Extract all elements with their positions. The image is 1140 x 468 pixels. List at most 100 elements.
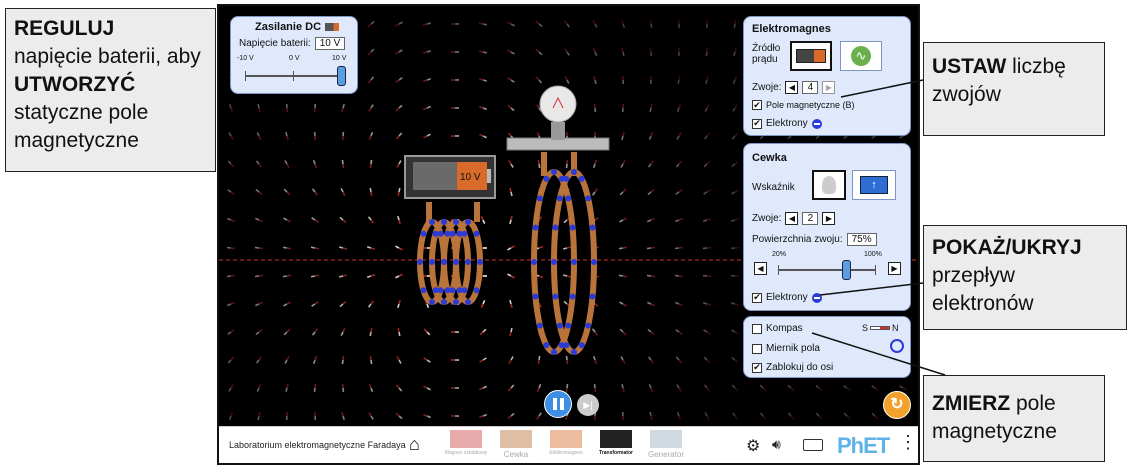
voltage-tick-mid: 0 V <box>289 55 300 62</box>
indicator-voltmeter-button[interactable]: ↑ <box>852 170 896 200</box>
electromagnet-coil <box>417 202 483 305</box>
screen-label: Generator <box>647 450 685 459</box>
dc-supply-panel: Zasilanie DC Napięcie baterii: 10 V -10 … <box>230 16 358 94</box>
callout-pokaz-bold: POKAŻ/UKRYJ <box>932 236 1082 259</box>
callout-pokaz: POKAŻ/UKRYJ przepływ elektronów <box>923 225 1127 330</box>
step-icon: ▶| <box>583 399 593 410</box>
screen-button-1[interactable]: Cewka <box>494 430 538 462</box>
callout-ustaw-bold: USTAW <box>932 55 1007 78</box>
step-button[interactable]: ▶| <box>577 394 599 416</box>
callout-reguluj-bold1: REGULUJ <box>14 17 115 40</box>
area-slider-thumb[interactable] <box>841 260 851 280</box>
battery-icon <box>796 49 826 63</box>
screen-button-0[interactable]: Magnes sztabkowy <box>444 430 488 462</box>
keyboard-icon[interactable] <box>803 439 823 451</box>
screen-label: Transformator <box>599 450 633 456</box>
callout-pokaz-text: przepływ elektronów <box>932 264 1034 315</box>
magnetic-field-label: Pole magnetyczne (B) <box>766 100 855 110</box>
magnetic-field-checkbox[interactable]: ✔ <box>752 100 762 110</box>
ac-source-button[interactable]: ∿ <box>840 41 882 71</box>
lock-to-axis-label: Zablokuj do osi <box>766 362 834 373</box>
screen-thumbnail-icon <box>500 430 532 448</box>
dc-source-button[interactable] <box>790 41 832 71</box>
em-turns-value: 4 <box>802 81 819 94</box>
screen-label: Elektromagnes <box>549 450 583 456</box>
play-pause-button[interactable] <box>544 390 572 418</box>
screen-thumbnail-icon <box>550 430 582 448</box>
voltage-slider-thumb[interactable] <box>337 66 346 86</box>
settings-gear-icon[interactable]: ⚙ <box>746 436 760 456</box>
screen-label: Cewka <box>503 450 529 459</box>
screen-thumbnail-icon <box>650 430 682 448</box>
compass-needle-icon <box>870 326 891 330</box>
em-electrons-label: Elektrony <box>766 118 808 129</box>
screen-label: Magnes sztabkowy <box>444 450 488 456</box>
compass-checkbox[interactable] <box>752 323 762 334</box>
phet-logo[interactable]: PhET <box>837 433 890 459</box>
electron-icon <box>811 292 822 303</box>
coil-turns-value: 2 <box>802 212 819 225</box>
voltage-readout: 10 V <box>314 37 346 50</box>
field-meter-label: Miernik pola <box>766 343 820 354</box>
voltage-tick-max: 10 V <box>332 55 347 62</box>
compass-label: Kompas <box>766 323 803 334</box>
lock-to-axis-checkbox[interactable]: ✔ <box>752 362 762 373</box>
electromagnet-panel: Elektromagnes Źródło prądu ∿ Zwoje: ◀ 4 … <box>743 16 911 136</box>
current-source-label: Źródło prądu <box>752 43 781 65</box>
callout-reguluj: REGULUJ napięcie baterii, aby UTWORZYĆ s… <box>5 8 216 172</box>
electromagnet-panel-title: Elektromagnes <box>752 23 831 35</box>
area-slider-track[interactable] <box>778 260 876 280</box>
coil-electrons-label: Elektrony <box>766 292 808 303</box>
pickup-coil <box>531 152 597 355</box>
indicator-bulb-button[interactable] <box>812 170 846 200</box>
screen-thumbnail-icon <box>600 430 632 448</box>
em-turns-label: Zwoje: <box>752 82 782 93</box>
callout-zmierz-bold: ZMIERZ <box>932 392 1011 415</box>
light-bulb <box>506 85 610 151</box>
more-options-icon[interactable]: ⋮ <box>899 433 917 451</box>
coil-turns-label: Zwoje: <box>752 213 782 224</box>
reset-icon: ↻ <box>890 396 904 413</box>
em-electrons-checkbox[interactable]: ✔ <box>752 118 762 129</box>
field-meter-checkbox[interactable] <box>752 343 762 354</box>
reset-all-button[interactable]: ↻ <box>883 391 911 419</box>
callout-reguluj-text1: napięcie baterii, aby <box>14 45 201 68</box>
loop-area-label: Powierzchnia zwoju: <box>752 234 843 245</box>
callout-ustaw: USTAW liczbę zwojów <box>923 42 1105 136</box>
callout-reguluj-bold2: UTWORZYĆ <box>14 73 136 96</box>
electromagnet-battery[interactable]: 10 V <box>404 155 496 199</box>
callout-reguluj-text2: statyczne pole magnetyczne <box>14 101 149 152</box>
voltage-slider-track[interactable] <box>245 66 346 86</box>
voltmeter-icon: ↑ <box>860 176 888 194</box>
area-increment[interactable]: ▶ <box>888 262 901 275</box>
screen-button-4[interactable]: Generator <box>644 430 688 462</box>
navigation-bar: Laboratorium elektromagnetyczne Faradaya… <box>219 426 918 463</box>
light-bulb-icon <box>822 176 836 194</box>
screen-button-2[interactable]: Elektromagnes <box>544 430 588 462</box>
em-turns-decrement[interactable]: ◀ <box>785 81 799 94</box>
indicator-label: Wskaźnik <box>752 182 795 193</box>
home-icon[interactable]: ⌂ <box>409 434 420 454</box>
area-decrement[interactable]: ◀ <box>754 262 767 275</box>
electron-icon <box>811 118 822 129</box>
dc-panel-title: Zasilanie DC <box>255 21 322 33</box>
battery-label: 10 V <box>460 172 481 183</box>
tools-panel: Kompas S N Miernik pola ✔ Zablokuj do os… <box>743 316 911 378</box>
screen-button-3[interactable]: Transformator <box>594 430 638 462</box>
coil-panel-title: Cewka <box>752 152 787 164</box>
coil-panel: Cewka Wskaźnik ↑ Zwoje: ◀ 2 ▶ Powierzchn… <box>743 143 911 311</box>
coil-electrons-checkbox[interactable]: ✔ <box>752 292 762 303</box>
area-tick-min: 20% <box>772 251 787 258</box>
loop-area-value: 75% <box>846 233 877 246</box>
coil-turns-increment[interactable]: ▶ <box>822 212 836 225</box>
compass-s-label: S <box>862 323 869 333</box>
voltage-label: Napięcie baterii: <box>239 38 311 49</box>
callout-zmierz: ZMIERZ pole magnetyczne <box>923 375 1105 462</box>
coil-turns-decrement[interactable]: ◀ <box>785 212 799 225</box>
simulation-frame: 10 V ▶| ↻ Zasilanie DC Napięcie baterii:… <box>217 4 920 465</box>
sound-icon[interactable]: 🔊︎ <box>772 436 781 453</box>
screen-thumbnail-icon <box>450 430 482 448</box>
screenshot-root: REGULUJ napięcie baterii, aby UTWORZYĆ s… <box>0 0 1140 468</box>
area-tick-max: 100% <box>864 251 882 258</box>
em-turns-increment[interactable]: ▶ <box>822 81 836 94</box>
